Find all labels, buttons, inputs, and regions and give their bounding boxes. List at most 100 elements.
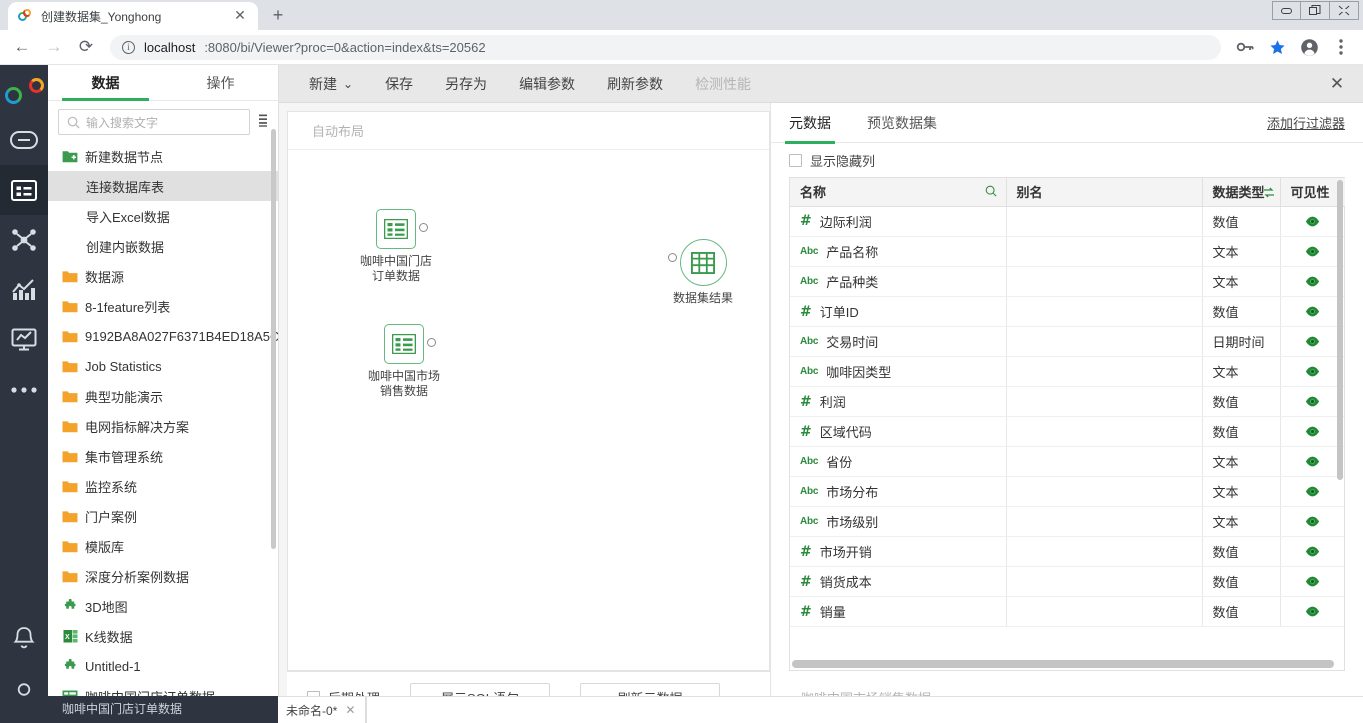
tree-item[interactable]: 集市管理系统 xyxy=(48,441,278,471)
cell-datatype[interactable]: 文本 xyxy=(1202,447,1280,477)
table-row[interactable]: Abc咖啡因类型 文本 xyxy=(790,357,1344,387)
cell-alias[interactable] xyxy=(1006,297,1202,327)
cell-name[interactable]: Abc市场级别 xyxy=(790,507,1006,537)
toolbar-item-0[interactable]: 新建⌄ xyxy=(293,65,369,103)
document-tab[interactable]: 未命名-0* ✕ xyxy=(278,697,366,723)
metadata-table-body-scroll[interactable]: #边际利润数值Abc产品名称文本Abc产品种类文本#订单ID数值Abc交易时间日… xyxy=(790,207,1344,671)
tree-item[interactable]: 监控系统 xyxy=(48,471,278,501)
address-bar[interactable]: i localhost:8080/bi/Viewer?proc=0&action… xyxy=(110,35,1221,60)
close-icon[interactable]: ✕ xyxy=(345,703,355,717)
cell-name[interactable]: Abc咖啡因类型 xyxy=(790,357,1006,387)
cell-datatype[interactable]: 数值 xyxy=(1202,387,1280,417)
cell-alias[interactable] xyxy=(1006,237,1202,267)
site-info-icon[interactable]: i xyxy=(122,41,135,54)
cell-datatype[interactable]: 数值 xyxy=(1202,597,1280,627)
cell-name[interactable]: #销货成本 xyxy=(790,567,1006,597)
canvas-node[interactable]: 咖啡中国门店 订单数据 xyxy=(360,209,432,284)
add-row-filter-link[interactable]: 添加行过滤器 xyxy=(1267,113,1345,132)
table-row[interactable]: Abc省份 文本 xyxy=(790,447,1344,477)
cell-visibility[interactable] xyxy=(1280,507,1344,537)
table-row[interactable]: Abc交易时间 日期时间 xyxy=(790,327,1344,357)
cell-visibility[interactable] xyxy=(1280,537,1344,567)
password-key-icon[interactable] xyxy=(1231,33,1259,61)
table-row[interactable]: #销量数值 xyxy=(790,597,1344,627)
tree-item[interactable]: Untitled-1 xyxy=(48,651,278,681)
cell-visibility[interactable] xyxy=(1280,597,1344,627)
rail-item-more[interactable] xyxy=(0,365,48,415)
cell-name[interactable]: Abc交易时间 xyxy=(790,327,1006,357)
cell-alias[interactable] xyxy=(1006,357,1202,387)
cell-visibility[interactable] xyxy=(1280,267,1344,297)
maximize-icon[interactable] xyxy=(1301,1,1330,20)
rail-item-modeling[interactable] xyxy=(0,215,48,265)
cell-datatype[interactable]: 日期时间 xyxy=(1202,327,1280,357)
auto-layout-button[interactable]: 自动布局 xyxy=(288,112,769,150)
tree-item[interactable]: 新建数据节点 xyxy=(48,141,278,171)
table-row[interactable]: Abc市场分布文本 xyxy=(790,477,1344,507)
rail-item-chart[interactable] xyxy=(0,265,48,315)
rail-item-link[interactable] xyxy=(0,115,48,165)
tab-preview-dataset[interactable]: 预览数据集 xyxy=(867,103,937,143)
rail-item-notifications[interactable] xyxy=(0,611,48,667)
swap-icon[interactable] xyxy=(1263,186,1275,201)
tree-item[interactable]: 数据源 xyxy=(48,261,278,291)
table-row[interactable]: #利润数值 xyxy=(790,387,1344,417)
tree-item[interactable]: 连接数据库表 xyxy=(48,171,278,201)
cell-name[interactable]: Abc产品名称 xyxy=(790,237,1006,267)
column-header-name[interactable]: 名称 xyxy=(790,178,1006,206)
close-editor-icon[interactable]: ✕ xyxy=(1311,65,1363,103)
cell-alias[interactable] xyxy=(1006,207,1202,237)
tree-vertical-scrollbar[interactable] xyxy=(271,129,276,549)
table-row[interactable]: #市场开销 数值 xyxy=(790,537,1344,567)
minimize-icon[interactable] xyxy=(1272,1,1301,20)
cell-name[interactable]: #区域代码 xyxy=(790,417,1006,447)
tree-item[interactable]: 9192BA8A027F6371B4ED18A5C6 xyxy=(48,321,278,351)
cell-datatype[interactable]: 文本 xyxy=(1202,507,1280,537)
table-row[interactable]: #区域代码数值 xyxy=(790,417,1344,447)
cell-alias[interactable] xyxy=(1006,507,1202,537)
cell-visibility[interactable] xyxy=(1280,387,1344,417)
cell-datatype[interactable]: 数值 xyxy=(1202,207,1280,237)
tree-item[interactable]: Job Statistics xyxy=(48,351,278,381)
cell-datatype[interactable]: 文本 xyxy=(1202,237,1280,267)
toolbar-item-3[interactable]: 编辑参数 xyxy=(503,65,591,103)
cell-datatype[interactable]: 文本 xyxy=(1202,357,1280,387)
cell-datatype[interactable]: 文本 xyxy=(1202,267,1280,297)
toolbar-item-4[interactable]: 刷新参数 xyxy=(591,65,679,103)
tab-data[interactable]: 数据 xyxy=(48,65,163,100)
node-source-shape[interactable] xyxy=(376,209,416,249)
browser-menu-icon[interactable] xyxy=(1327,33,1355,61)
cell-alias[interactable] xyxy=(1006,597,1202,627)
cell-datatype[interactable]: 数值 xyxy=(1202,537,1280,567)
rail-item-dataset[interactable] xyxy=(0,165,48,215)
cell-visibility[interactable] xyxy=(1280,417,1344,447)
cell-name[interactable]: #订单ID xyxy=(790,297,1006,327)
tree-item[interactable]: 模版库 xyxy=(48,531,278,561)
tree-menu-icon[interactable] xyxy=(256,114,270,130)
cell-datatype[interactable]: 数值 xyxy=(1202,297,1280,327)
cell-visibility[interactable] xyxy=(1280,327,1344,357)
tree-item[interactable]: 深度分析案例数据 xyxy=(48,561,278,591)
tree-item[interactable]: 创建内嵌数据 xyxy=(48,231,278,261)
cell-visibility[interactable] xyxy=(1280,297,1344,327)
cell-name[interactable]: Abc产品种类 xyxy=(790,267,1006,297)
column-header-datatype[interactable]: 数据类型 xyxy=(1202,178,1280,206)
cell-visibility[interactable] xyxy=(1280,477,1344,507)
cell-visibility[interactable] xyxy=(1280,357,1344,387)
forward-icon[interactable]: → xyxy=(40,33,68,61)
new-tab-button[interactable]: + xyxy=(264,2,292,30)
metadata-vertical-scrollbar[interactable] xyxy=(1337,180,1343,480)
search-input[interactable]: 输入搜索文字 xyxy=(58,109,250,135)
canvas-node[interactable]: 数据集结果 xyxy=(673,239,733,306)
close-icon[interactable]: ✕ xyxy=(232,8,248,24)
canvas-node[interactable]: 咖啡中国市场 销售数据 xyxy=(368,324,440,399)
tree-item[interactable]: 典型功能演示 xyxy=(48,381,278,411)
cell-alias[interactable] xyxy=(1006,447,1202,477)
cell-name[interactable]: Abc市场分布 xyxy=(790,477,1006,507)
cell-name[interactable]: Abc省份 xyxy=(790,447,1006,477)
tree-item[interactable]: XK线数据 xyxy=(48,621,278,651)
node-result-shape[interactable] xyxy=(680,239,727,286)
bookmark-star-icon[interactable] xyxy=(1263,33,1291,61)
cell-name[interactable]: #市场开销 xyxy=(790,537,1006,567)
metadata-horizontal-scrollbar[interactable] xyxy=(792,660,1334,668)
